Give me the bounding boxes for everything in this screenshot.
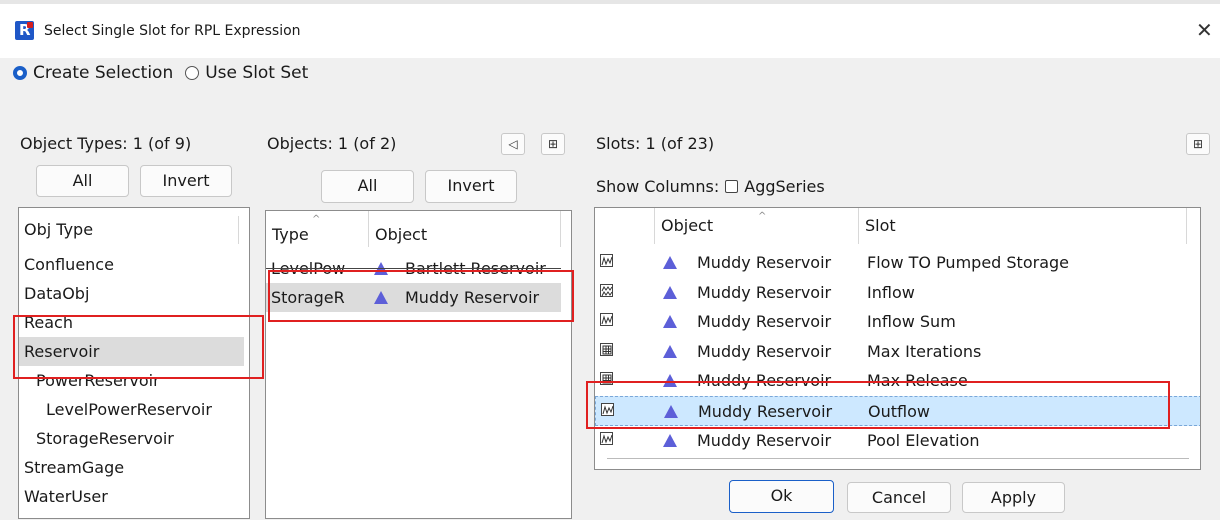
object-column-label: Object bbox=[375, 225, 428, 244]
icon-column-header[interactable] bbox=[595, 208, 655, 244]
cancel-button[interactable]: Cancel bbox=[847, 482, 951, 513]
object-types-header: Object Types: 1 (of 9) bbox=[20, 134, 192, 153]
create-selection-radio[interactable] bbox=[13, 66, 27, 80]
type-column-header[interactable]: ^ Type bbox=[266, 211, 369, 247]
object-types-all-button[interactable]: All bbox=[36, 165, 129, 197]
slot-row[interactable]: Muddy Reservoir Max Iterations bbox=[595, 337, 1200, 367]
list-item-dataobj[interactable]: DataObj bbox=[19, 279, 249, 308]
list-item-wateruser[interactable]: WaterUser bbox=[19, 482, 249, 511]
reservoir-icon bbox=[663, 307, 677, 336]
list-item-levelpowerreservoir[interactable]: LevelPowerReservoir bbox=[19, 395, 249, 424]
objects-all-button[interactable]: All bbox=[321, 170, 414, 203]
objects-header: Objects: 1 (of 2) bbox=[267, 134, 397, 153]
slots-header: Slots: 1 (of 23) bbox=[596, 134, 715, 153]
highlight-box-reservoir bbox=[13, 315, 264, 379]
reservoir-icon bbox=[663, 278, 677, 307]
slot-name-cell: Inflow bbox=[867, 282, 915, 302]
slot-row[interactable]: Muddy Reservoir Flow TO Pumped Storage bbox=[595, 248, 1200, 278]
objects-invert-button[interactable]: Invert bbox=[425, 170, 517, 203]
series-slot-icon bbox=[600, 254, 613, 267]
slot-row[interactable]: Muddy Reservoir Inflow Sum bbox=[595, 307, 1200, 337]
slot-object-cell: Muddy Reservoir bbox=[697, 312, 832, 332]
slot-name-cell: Max Iterations bbox=[867, 341, 982, 361]
slot-object-cell: Muddy Reservoir bbox=[697, 430, 832, 450]
list-item-streamgage[interactable]: StreamGage bbox=[19, 453, 249, 482]
series-slot-icon bbox=[600, 313, 613, 327]
aggseries-checkbox[interactable] bbox=[725, 179, 739, 193]
slot-row[interactable]: Muddy Reservoir Inflow bbox=[595, 278, 1200, 308]
slot-name-cell: Pool Elevation bbox=[867, 430, 980, 450]
reservoir-icon bbox=[663, 248, 677, 277]
app-icon: R bbox=[15, 21, 34, 40]
slot-name-cell: Inflow Sum bbox=[867, 312, 956, 332]
slot-column-header[interactable]: Slot bbox=[859, 208, 1187, 244]
window-title: Select Single Slot for RPL Expression bbox=[44, 23, 301, 39]
use-slot-set-label[interactable]: Use Slot Set bbox=[205, 63, 308, 83]
object-types-invert-button[interactable]: Invert bbox=[140, 165, 232, 197]
aggseries-label[interactable]: AggSeries bbox=[744, 177, 824, 196]
create-selection-label[interactable]: Create Selection bbox=[33, 63, 173, 83]
slot-row[interactable]: Muddy Reservoir Pool Elevation bbox=[595, 426, 1200, 456]
collapse-left-icon[interactable]: ◁ bbox=[501, 133, 525, 155]
slot-column-label: Slot bbox=[865, 216, 896, 235]
use-slot-set-radio[interactable] bbox=[185, 66, 200, 80]
slot-object-column-label: Object bbox=[661, 216, 714, 235]
obj-type-column-label: Obj Type bbox=[24, 220, 94, 239]
list-item-storagereservoir[interactable]: StorageReservoir bbox=[19, 424, 249, 453]
table-slot-icon bbox=[600, 342, 613, 356]
slot-object-cell: Muddy Reservoir bbox=[697, 341, 832, 361]
slot-object-column-header[interactable]: ^ Object bbox=[655, 208, 859, 244]
object-types-rows: Confluence DataObj Reach Reservoir Power… bbox=[19, 250, 249, 511]
slot-name-cell: Flow TO Pumped Storage bbox=[867, 253, 1069, 272]
list-item-confluence[interactable]: Confluence bbox=[19, 250, 249, 279]
horizontal-scrollbar[interactable] bbox=[607, 458, 1189, 459]
top-border bbox=[0, 0, 1220, 4]
agg-series-slot-icon bbox=[600, 283, 613, 297]
highlight-box-muddy-reservoir bbox=[268, 270, 574, 322]
object-column-header[interactable]: Object bbox=[369, 211, 561, 247]
close-icon[interactable]: ✕ bbox=[1196, 18, 1213, 42]
show-columns-label: Show Columns: bbox=[596, 176, 720, 196]
slots-list: ^ Object Slot Muddy Reservoir Flow TO Pum… bbox=[594, 207, 1201, 470]
selection-mode-group: Create Selection Use Slot Set bbox=[13, 60, 314, 86]
slot-object-cell: Muddy Reservoir bbox=[697, 253, 832, 272]
slot-object-cell: Muddy Reservoir bbox=[697, 282, 832, 302]
objects-list: ^ Type Object LevelPow Bartlett Reservoi… bbox=[265, 210, 572, 519]
show-columns-row: Show Columns: AggSeries bbox=[596, 175, 825, 197]
column-divider bbox=[238, 216, 239, 244]
column-settings-icon[interactable]: ⊞ bbox=[541, 133, 565, 155]
reservoir-icon bbox=[663, 337, 677, 366]
slots-column-settings-icon[interactable]: ⊞ bbox=[1186, 133, 1210, 155]
apply-button[interactable]: Apply bbox=[962, 482, 1065, 513]
obj-type-column-header[interactable]: Obj Type bbox=[19, 208, 249, 252]
reservoir-icon bbox=[663, 426, 677, 455]
highlight-box-outflow bbox=[586, 381, 1170, 429]
type-column-label: Type bbox=[272, 225, 309, 244]
ok-button[interactable]: Ok bbox=[729, 480, 834, 513]
series-slot-icon bbox=[600, 431, 613, 445]
